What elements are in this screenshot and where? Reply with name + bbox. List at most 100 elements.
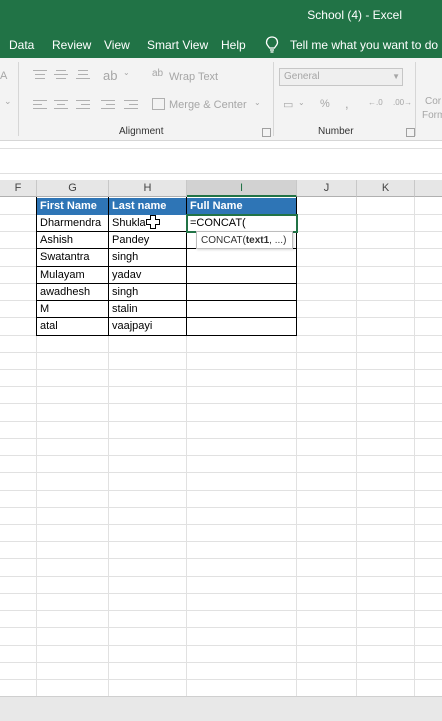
gridline <box>0 593 442 594</box>
column-header-h[interactable]: H <box>109 180 187 197</box>
gridline <box>0 438 442 439</box>
conditional-formatting-label[interactable]: Cor <box>425 96 441 107</box>
gridline <box>0 421 442 422</box>
chevron-down-icon[interactable]: ⌄ <box>254 98 261 107</box>
dialog-launcher-icon[interactable] <box>262 128 271 137</box>
table-cell-full-name[interactable] <box>187 267 297 284</box>
table-cell-full-name[interactable] <box>187 301 297 318</box>
table-cell-first-name[interactable]: Mulayam <box>37 267 109 284</box>
column-header-i[interactable]: I <box>187 180 297 197</box>
gridline <box>414 197 415 696</box>
gridline <box>0 403 442 404</box>
column-header-g[interactable]: G <box>37 180 109 197</box>
table-cell-last-name[interactable]: vaajpayi <box>109 318 187 335</box>
align-left-icon[interactable] <box>33 100 47 110</box>
dialog-launcher-icon[interactable] <box>406 128 415 137</box>
column-header-j[interactable]: J <box>297 180 357 197</box>
decrease-decimal-icon[interactable]: .00→ <box>393 98 412 107</box>
orientation-icon[interactable]: ab <box>103 68 117 83</box>
table-border <box>37 283 297 284</box>
table-cell-last-name[interactable]: stalin <box>109 301 187 318</box>
align-right-icon[interactable] <box>76 100 90 110</box>
gridline <box>0 627 442 628</box>
table-cell-first-name[interactable]: M <box>37 301 109 318</box>
tooltip-suffix: , ...) <box>269 235 287 246</box>
formula-bar[interactable] <box>0 148 442 174</box>
column-header-l[interactable] <box>415 180 442 197</box>
chevron-down-icon: ▼ <box>392 72 400 81</box>
table-cell-first-name[interactable]: atal <box>37 318 109 335</box>
table-cell-first-name[interactable]: Dharmendra <box>37 215 109 232</box>
gridline <box>0 558 442 559</box>
tab-help[interactable]: Help <box>221 38 246 52</box>
chevron-down-icon[interactable]: ⌄ <box>4 96 12 107</box>
decrease-indent-icon[interactable] <box>101 100 115 110</box>
increase-decimal-icon[interactable]: ←.0 <box>368 98 383 107</box>
percent-style-button[interactable]: % <box>320 98 330 110</box>
gridline <box>0 455 442 456</box>
number-format-value: General <box>284 71 320 82</box>
align-center-icon[interactable] <box>54 100 68 110</box>
column-header-k[interactable]: K <box>357 180 415 197</box>
table-header-full-name[interactable]: Full Name <box>187 198 297 215</box>
worksheet-grid[interactable]: F G H I J K First Name Last name Full Na… <box>0 180 442 696</box>
lightbulb-icon <box>265 36 279 53</box>
table-cell-first-name[interactable]: Swatantra <box>37 249 109 266</box>
gridline <box>0 610 442 611</box>
window-title: School (4) - Excel <box>307 8 402 22</box>
tab-smart-view[interactable]: Smart View <box>147 38 208 52</box>
function-tooltip[interactable]: CONCAT(text1, ...) <box>196 231 293 249</box>
table-cell-last-name[interactable]: Pandey <box>109 232 187 249</box>
gridline <box>0 507 442 508</box>
table-cell-full-name[interactable] <box>187 284 297 301</box>
table-border <box>37 300 297 301</box>
tooltip-argument: text1 <box>245 235 270 246</box>
divider <box>18 62 19 136</box>
cell-select-cursor-icon <box>146 215 160 229</box>
gridline <box>0 472 442 473</box>
table-border <box>37 266 297 267</box>
table-cell-last-name[interactable]: singh <box>109 284 187 301</box>
tab-review[interactable]: Review <box>52 38 91 52</box>
gridline <box>0 369 442 370</box>
merge-center-button[interactable]: Merge & Center <box>169 99 247 111</box>
table-cell-full-name[interactable] <box>187 318 297 335</box>
status-bar <box>0 696 442 721</box>
gridline <box>0 541 442 542</box>
table-cell-first-name[interactable]: Ashish <box>37 232 109 249</box>
font-size-icon[interactable]: A <box>0 70 7 82</box>
table-border <box>37 317 297 318</box>
comma-style-button[interactable]: , <box>345 96 349 111</box>
align-top-icon[interactable] <box>33 70 47 80</box>
tab-data[interactable]: Data <box>9 38 34 52</box>
divider <box>415 62 416 136</box>
column-header-f[interactable]: F <box>0 180 37 197</box>
number-group-label: Number <box>318 126 354 137</box>
chevron-down-icon[interactable]: ⌄ <box>123 68 130 77</box>
increase-indent-icon[interactable] <box>124 100 138 110</box>
gridline <box>0 386 442 387</box>
align-middle-icon[interactable] <box>54 70 68 80</box>
table-cell-last-name[interactable]: singh <box>109 249 187 266</box>
gridline <box>0 524 442 525</box>
gridline <box>0 662 442 663</box>
wrap-text-icon[interactable]: ab <box>152 68 163 79</box>
table-header-first-name[interactable]: First Name <box>37 198 109 215</box>
alignment-group-label: Alignment <box>119 126 164 137</box>
table-border <box>37 335 297 336</box>
accounting-format-icon[interactable]: ▭ <box>283 98 293 111</box>
conditional-formatting-label-2[interactable]: Form <box>422 110 442 121</box>
table-border <box>36 197 37 336</box>
table-header-last-name[interactable]: Last name <box>109 198 187 215</box>
wrap-text-button[interactable]: Wrap Text <box>169 71 218 83</box>
tell-me-search[interactable]: Tell me what you want to do <box>290 38 438 52</box>
table-cell-full-name[interactable] <box>187 249 297 266</box>
gridline <box>0 645 442 646</box>
table-cell-last-name[interactable]: yadav <box>109 267 187 284</box>
number-format-dropdown[interactable]: General ▼ <box>279 68 403 86</box>
merge-center-icon[interactable] <box>152 98 165 110</box>
align-bottom-icon[interactable] <box>76 70 90 80</box>
table-cell-first-name[interactable]: awadhesh <box>37 284 109 301</box>
tab-view[interactable]: View <box>104 38 130 52</box>
chevron-down-icon[interactable]: ⌄ <box>298 98 305 107</box>
